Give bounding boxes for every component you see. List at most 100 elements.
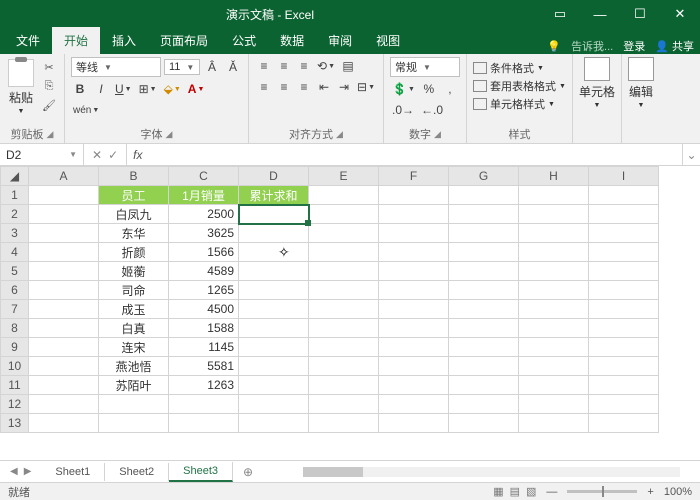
bold-button[interactable]: B — [71, 80, 89, 98]
sheet-tab[interactable]: Sheet2 — [105, 463, 169, 481]
col-header[interactable]: A — [29, 167, 99, 186]
row-header[interactable]: 10 — [1, 357, 29, 376]
select-all-corner[interactable]: ◢ — [1, 167, 29, 186]
wrap-text-button[interactable]: ▤ — [339, 57, 357, 75]
align-middle-button[interactable]: ≡ — [275, 57, 293, 75]
table-format-button[interactable]: 套用表格格式 ▼ — [473, 78, 566, 94]
minimize-icon[interactable]: ― — [580, 0, 620, 28]
row-header[interactable]: 6 — [1, 281, 29, 300]
row-header[interactable]: 1 — [1, 186, 29, 205]
sign-in-link[interactable]: 登录 — [623, 38, 645, 54]
decrease-font-button[interactable]: Ǎ — [224, 58, 242, 76]
font-size-select[interactable]: 11▼ — [164, 59, 200, 75]
worksheet-grid[interactable]: ◢ A B C D E F G H I 1员工1月销量累计求和 2白凤九2500… — [0, 166, 700, 433]
col-header[interactable]: H — [519, 167, 589, 186]
sheet-nav-prev-icon[interactable]: ◀ — [10, 466, 18, 477]
font-name-select[interactable]: 等线▼ — [71, 57, 161, 77]
col-header[interactable]: C — [169, 167, 239, 186]
percent-button[interactable]: % — [420, 80, 438, 98]
close-icon[interactable]: ✕ — [660, 0, 700, 28]
fill-color-button[interactable]: ⬙▼ — [162, 80, 183, 98]
zoom-slider[interactable] — [567, 490, 637, 493]
share-button[interactable]: 👤 共享 — [655, 38, 694, 54]
col-header[interactable]: I — [589, 167, 659, 186]
col-header[interactable]: D — [239, 167, 309, 186]
enter-formula-icon[interactable]: ✓ — [108, 148, 118, 162]
cancel-formula-icon[interactable]: ✕ — [92, 148, 102, 162]
border-button[interactable]: ⊞▼ — [137, 80, 159, 98]
row-header[interactable]: 4 — [1, 243, 29, 262]
row-header[interactable]: 8 — [1, 319, 29, 338]
row-header[interactable]: 5 — [1, 262, 29, 281]
editing-button[interactable]: 编辑 ▼ — [628, 57, 654, 109]
align-left-button[interactable]: ≡ — [255, 78, 273, 96]
tab-insert[interactable]: 插入 — [100, 27, 148, 54]
normal-view-icon[interactable]: ▦ — [493, 485, 503, 498]
tab-review[interactable]: 审阅 — [316, 27, 364, 54]
accounting-format-button[interactable]: 💲▼ — [390, 80, 417, 98]
dialog-launcher-icon[interactable]: ◢ — [434, 129, 441, 140]
row-header[interactable]: 13 — [1, 414, 29, 433]
row-header[interactable]: 12 — [1, 395, 29, 414]
zoom-in-button[interactable]: + — [647, 486, 653, 498]
align-bottom-button[interactable]: ≡ — [295, 57, 313, 75]
row-header[interactable]: 2 — [1, 205, 29, 224]
align-right-button[interactable]: ≡ — [295, 78, 313, 96]
tell-me-input[interactable]: 告诉我... — [571, 38, 613, 54]
tab-view[interactable]: 视图 — [364, 27, 412, 54]
tab-file[interactable]: 文件 — [4, 27, 52, 54]
row-header[interactable]: 3 — [1, 224, 29, 243]
col-header[interactable]: B — [99, 167, 169, 186]
col-header[interactable]: E — [309, 167, 379, 186]
maximize-icon[interactable]: ☐ — [620, 0, 660, 28]
ribbon-options-icon[interactable]: ▭ — [540, 0, 580, 28]
sheet-tab[interactable]: Sheet3 — [169, 462, 233, 482]
align-top-button[interactable]: ≡ — [255, 57, 273, 75]
increase-font-button[interactable]: Â — [203, 58, 221, 76]
formula-input[interactable] — [148, 144, 682, 165]
dialog-launcher-icon[interactable]: ◢ — [166, 129, 173, 140]
fx-icon[interactable]: fx — [127, 144, 148, 165]
page-break-view-icon[interactable]: ▧ — [526, 485, 536, 498]
sheet-nav-next-icon[interactable]: ▶ — [24, 466, 32, 477]
copy-button[interactable]: ⎘ — [40, 78, 58, 94]
number-format-select[interactable]: 常规▼ — [390, 57, 460, 77]
tab-home[interactable]: 开始 — [52, 27, 100, 54]
decrease-indent-button[interactable]: ⇤ — [315, 78, 333, 96]
cells-button[interactable]: 单元格 ▼ — [579, 57, 615, 109]
dialog-launcher-icon[interactable]: ◢ — [47, 129, 54, 140]
conditional-format-button[interactable]: 条件格式 ▼ — [473, 60, 566, 76]
tab-data[interactable]: 数据 — [268, 27, 316, 54]
increase-indent-button[interactable]: ⇥ — [335, 78, 353, 96]
underline-button[interactable]: U▼ — [113, 80, 134, 98]
sheet-tab[interactable]: Sheet1 — [41, 463, 105, 481]
merge-button[interactable]: ⊟▼ — [355, 78, 377, 96]
cell-styles-button[interactable]: 单元格样式 ▼ — [473, 96, 566, 112]
align-center-button[interactable]: ≡ — [275, 78, 293, 96]
new-sheet-button[interactable]: ⊕ — [233, 465, 263, 479]
font-color-button[interactable]: A▼ — [186, 80, 207, 98]
dialog-launcher-icon[interactable]: ◢ — [336, 129, 343, 140]
col-header[interactable]: G — [449, 167, 519, 186]
active-cell[interactable] — [239, 205, 309, 224]
zoom-out-button[interactable]: ― — [546, 486, 557, 498]
zoom-level[interactable]: 100% — [664, 486, 692, 498]
col-header[interactable]: F — [379, 167, 449, 186]
phonetic-button[interactable]: wén▼ — [71, 101, 101, 119]
comma-button[interactable]: , — [441, 80, 459, 98]
tab-layout[interactable]: 页面布局 — [148, 27, 220, 54]
page-layout-view-icon[interactable]: ▤ — [510, 485, 520, 498]
horizontal-scrollbar[interactable] — [303, 467, 680, 477]
name-box[interactable]: D2▼ — [0, 144, 84, 165]
orientation-button[interactable]: ⟲▼ — [315, 57, 337, 75]
paste-button[interactable]: 粘贴 ▼ — [6, 57, 36, 117]
increase-decimal-button[interactable]: .0→ — [390, 101, 416, 119]
decrease-decimal-button[interactable]: ←.0 — [419, 101, 445, 119]
tab-formulas[interactable]: 公式 — [220, 27, 268, 54]
expand-formula-bar-icon[interactable]: ⌄ — [682, 144, 700, 165]
row-header[interactable]: 7 — [1, 300, 29, 319]
format-painter-button[interactable]: 🖌 — [40, 97, 58, 113]
row-header[interactable]: 11 — [1, 376, 29, 395]
cut-button[interactable]: ✂ — [40, 59, 58, 75]
row-header[interactable]: 9 — [1, 338, 29, 357]
